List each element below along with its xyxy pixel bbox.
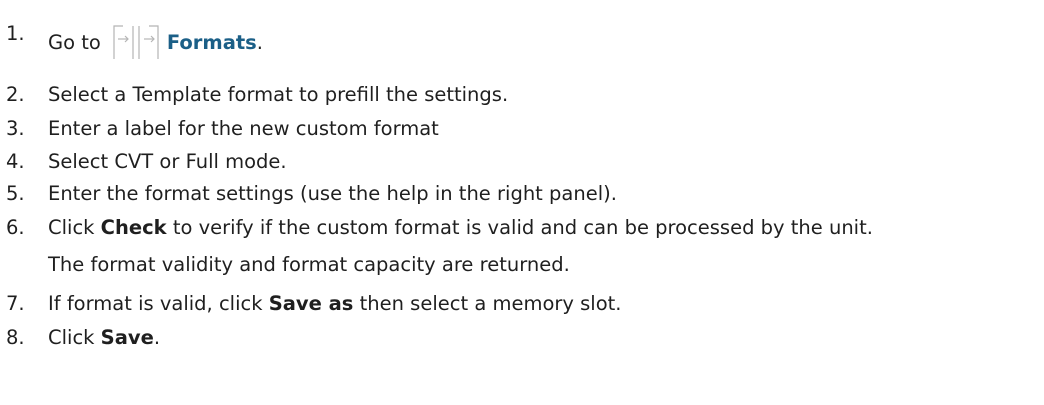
step-text: If format is valid, click Save as then s… — [48, 291, 622, 317]
step-number: 7. — [6, 292, 25, 315]
step-text-run: Click — [48, 216, 101, 239]
step-text-run: then select a memory slot. — [353, 292, 622, 315]
step-text-run: Select a Template format to prefill the … — [48, 83, 509, 106]
step-text-run: The format validity and format capacity … — [48, 253, 570, 276]
step-text-run: Go to — [48, 31, 101, 54]
step-number: 1. — [6, 22, 25, 45]
step-text-run: . — [256, 31, 263, 54]
step-number: 3. — [6, 117, 25, 140]
step-number: 6. — [6, 216, 25, 239]
formats-link: Formats — [166, 31, 257, 54]
step-number: 2. — [6, 83, 25, 106]
step-text-run: Enter the format settings (use the help … — [48, 182, 617, 205]
formats-icon — [109, 21, 163, 61]
step-text: Enter the format settings (use the help … — [48, 181, 617, 207]
ui-label: Save — [100, 326, 154, 349]
step-text-run: Select CVT or Full mode. — [48, 150, 287, 173]
step-text: Enter a label for the new custom format — [48, 116, 439, 142]
step-text: The format validity and format capacity … — [48, 252, 570, 278]
step-text-run: to verify if the custom format is valid … — [166, 216, 873, 239]
instruction-list: 1. Go to Formats. 2. Select a Template form… — [0, 0, 1044, 405]
ui-label: Check — [100, 216, 167, 239]
step-number: 5. — [6, 182, 25, 205]
step-text-run: If format is valid, click — [48, 292, 269, 315]
step-text-run: . — [153, 326, 161, 349]
step-text: Click Save. — [48, 325, 160, 351]
ui-label: Save as — [268, 292, 354, 315]
step-text: Select CVT or Full mode. — [48, 149, 287, 175]
step-number: 4. — [6, 150, 25, 173]
step-text: Click Check to verify if the custom form… — [48, 215, 873, 241]
step-text: Go to Formats. — [48, 21, 263, 61]
step-text-run: Enter a label for the new custom format — [48, 117, 439, 140]
step-number: 8. — [6, 326, 25, 349]
step-text: Select a Template format to prefill the … — [48, 82, 508, 108]
step-text-run: Click — [48, 326, 101, 349]
